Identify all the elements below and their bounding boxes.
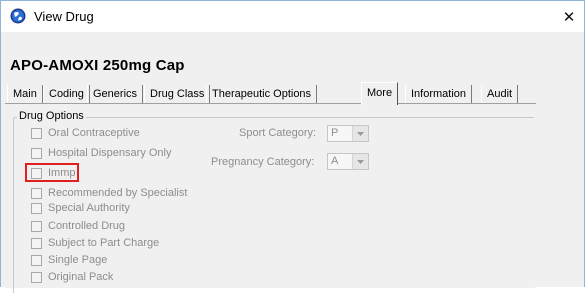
oral-contraceptive-checkbox[interactable]: Oral Contraceptive <box>31 126 140 140</box>
drug-options-group-label: Drug Options <box>17 110 86 122</box>
controlled-drug-checkbox[interactable]: Controlled Drug <box>31 219 125 233</box>
checkbox-box[interactable] <box>31 254 42 266</box>
chevron-down-icon[interactable] <box>352 154 368 169</box>
pregnancy-category-value: A <box>331 155 339 167</box>
tab-strip: Main Coding Generics Drug Class Therapeu… <box>1 82 584 105</box>
drug-name-heading: APO-AMOXI 250mg Cap <box>10 57 185 74</box>
immp-highlight-annotation <box>25 163 79 182</box>
tab-audit[interactable]: Audit <box>481 85 519 103</box>
close-button[interactable]: ✕ <box>554 1 584 32</box>
chevron-down-icon[interactable] <box>352 126 368 141</box>
checkbox-box[interactable] <box>31 271 42 283</box>
original-pack-checkbox[interactable]: Original Pack <box>31 270 113 284</box>
checkbox-label: Hospital Dispensary Only <box>48 147 172 159</box>
subject-to-part-charge-checkbox[interactable]: Subject to Part Charge <box>31 236 159 250</box>
view-drug-window: View Drug ✕ APO-AMOXI 250mg Cap Main Cod… <box>0 0 585 293</box>
checkbox-label: Original Pack <box>48 271 114 283</box>
checkbox-label: Recommended by Specialist <box>48 187 188 199</box>
checkbox-label: Controlled Drug <box>48 220 126 232</box>
tab-coding[interactable]: Coding <box>43 85 90 103</box>
checkbox-box[interactable] <box>31 187 42 199</box>
checkbox-label: Single Page <box>48 254 108 266</box>
single-page-checkbox[interactable]: Single Page <box>31 253 107 267</box>
pregnancy-category-label: Pregnancy Category: <box>211 156 315 168</box>
sport-category-value: P <box>331 127 339 139</box>
title-bar: View Drug ✕ <box>1 1 584 32</box>
checkbox-label: Oral Contraceptive <box>48 127 140 139</box>
checkbox-box[interactable] <box>31 237 42 249</box>
pregnancy-category-select[interactable]: A <box>327 153 369 170</box>
tab-drug-class[interactable]: Drug Class <box>144 85 211 103</box>
drug-header: APO-AMOXI 250mg Cap <box>1 32 584 82</box>
checkbox-label: Special Authority <box>48 202 130 214</box>
sport-category-label: Sport Category: <box>239 127 317 139</box>
globe-app-icon <box>10 8 26 24</box>
checkbox-box[interactable] <box>31 147 42 159</box>
tab-generics[interactable]: Generics <box>87 85 144 103</box>
checkbox-label: Subject to Part Charge <box>48 237 160 249</box>
sport-category-select[interactable]: P <box>327 125 369 142</box>
tab-more[interactable]: More <box>361 82 399 105</box>
window-title: View Drug <box>34 9 94 24</box>
tab-therapeutic-options[interactable]: Therapeutic Options <box>206 85 318 103</box>
checkbox-box[interactable] <box>31 202 42 214</box>
checkbox-box[interactable] <box>31 127 42 139</box>
tab-information[interactable]: Information <box>405 85 473 103</box>
hospital-dispensary-only-checkbox[interactable]: Hospital Dispensary Only <box>31 146 172 160</box>
tab-main[interactable]: Main <box>7 85 43 103</box>
recommended-by-specialist-checkbox[interactable]: Recommended by Specialist <box>31 186 187 200</box>
special-authority-checkbox[interactable]: Special Authority <box>31 201 130 215</box>
checkbox-box[interactable] <box>31 220 42 232</box>
